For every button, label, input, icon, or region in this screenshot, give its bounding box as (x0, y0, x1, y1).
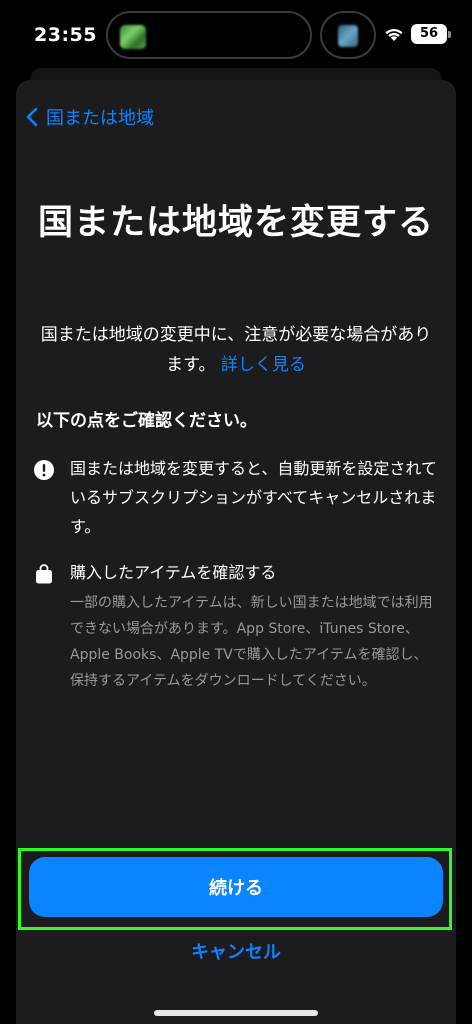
continue-button[interactable]: 続ける (29, 857, 443, 917)
chevron-left-icon (26, 107, 38, 127)
page-title: 国または地域を変更する (37, 203, 434, 243)
exclamation-circle-icon (34, 460, 54, 480)
home-indicator[interactable] (154, 1010, 318, 1016)
section-heading: 以下の点をご確認ください。 (36, 411, 257, 431)
live-activity-secondary-icon (338, 25, 358, 47)
live-activity-icon (120, 25, 146, 49)
battery-icon: 56 (411, 24, 447, 44)
item-text: 国または地域を変更すると、自動更新を設定されているサブスクリプションがすべてキャ… (70, 459, 437, 536)
battery-tip (448, 31, 451, 38)
item-description: 一部の購入したアイテムは、新しい国または地域では利用できない場合があります。Ap… (70, 595, 433, 689)
cancel-button[interactable]: キャンセル (136, 938, 336, 968)
dynamic-island-secondary (320, 11, 376, 59)
learn-more-link[interactable]: 詳しく見る (221, 355, 306, 375)
modal-sheet: 国または地域 国または地域を変更する 国または地域の変更中に、注意が必要な場合が… (16, 80, 456, 1024)
intro-text: 国または地域の変更中に、注意が必要な場合があります。 詳しく見る (34, 320, 438, 380)
dynamic-island (106, 11, 312, 59)
wifi-icon (385, 28, 403, 41)
shopping-bag-icon (36, 564, 52, 584)
back-button-label: 国または地域 (46, 108, 154, 129)
item-title: 購入したアイテムを確認する (70, 563, 277, 582)
status-time: 23:55 (34, 24, 97, 46)
back-button[interactable]: 国または地域 (26, 104, 154, 130)
status-bar: 23:55 56 (0, 0, 472, 70)
